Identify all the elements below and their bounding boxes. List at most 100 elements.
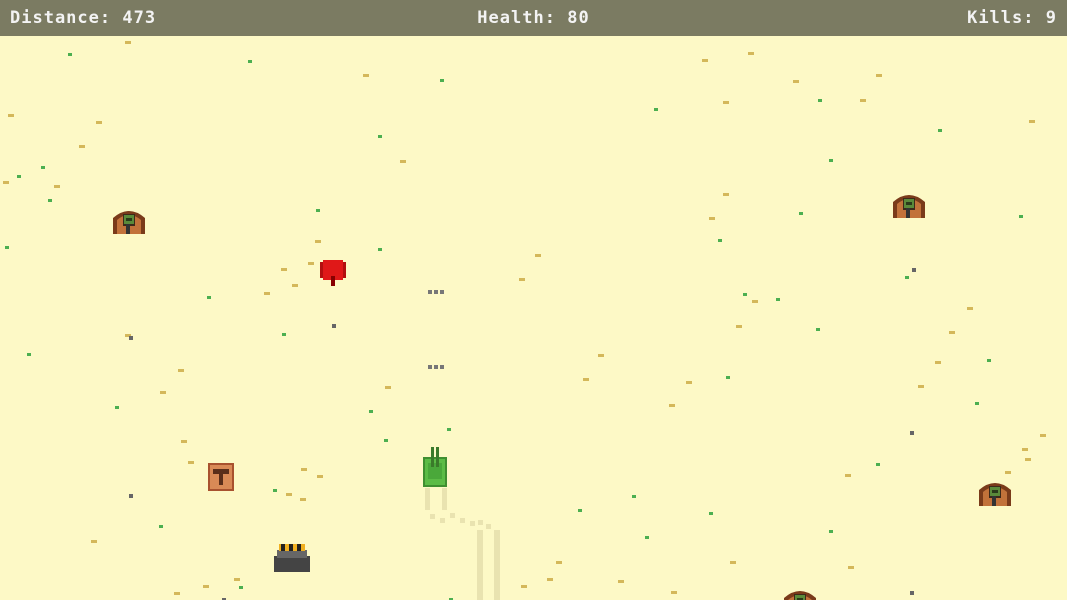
grass-tuft (248, 60, 252, 63)
grass-tuft (987, 359, 991, 362)
grass-tuft (654, 108, 658, 111)
sand-speck (181, 440, 187, 443)
grass-tuft (378, 248, 382, 251)
sand-speck (748, 52, 754, 55)
sand-speck (3, 181, 9, 184)
grass-tuft (938, 129, 942, 132)
sand-speck (300, 498, 306, 501)
sand-speck (793, 80, 799, 83)
sand-speck (8, 114, 14, 117)
sand-speck (736, 325, 742, 328)
sand-speck (598, 354, 604, 357)
rock-speck (910, 431, 914, 435)
grass-tuft (207, 296, 211, 299)
sand-speck (583, 378, 589, 381)
grass-tuft (632, 495, 636, 498)
grass-tuft (68, 53, 72, 56)
sand-speck (79, 145, 85, 148)
grass-tuft (239, 586, 243, 589)
sand-speck (709, 217, 715, 220)
sand-speck (845, 474, 851, 477)
sand-speck (1022, 448, 1028, 451)
sand-speck (317, 475, 323, 478)
tank-tracks (425, 488, 500, 600)
grass-tuft (273, 489, 277, 492)
sand-speck (918, 385, 924, 388)
grass-tuft (829, 159, 833, 162)
grass-tuft (1019, 215, 1023, 218)
rock-speck (129, 336, 133, 340)
grass-tuft (818, 99, 822, 102)
health-readout: Health: 80 (0, 8, 1067, 28)
bunker-soldier (113, 211, 145, 234)
sand-speck (188, 461, 194, 464)
grass-tuft (578, 509, 582, 512)
bunker-soldier (979, 483, 1011, 506)
sand-speck (702, 59, 708, 62)
grass-tuft (829, 530, 833, 533)
grass-tuft (645, 536, 649, 539)
sand-speck (264, 292, 270, 295)
sand-speck (363, 74, 369, 77)
sand-speck (54, 185, 60, 188)
kills-value: 9 (1045, 8, 1057, 28)
sand-speck (723, 101, 729, 104)
sand-speck (949, 331, 955, 334)
sand-speck (519, 278, 525, 281)
sand-speck (521, 585, 527, 588)
sand-speck (848, 566, 854, 569)
grass-tuft (440, 79, 444, 82)
sand-speck (730, 561, 736, 564)
bunker-soldier (893, 195, 925, 218)
sand-speck (752, 300, 758, 303)
sand-speck (876, 74, 882, 77)
grass-tuft (115, 406, 119, 409)
rock-speck (129, 494, 133, 498)
sand-speck (301, 468, 307, 471)
grass-tuft (5, 246, 9, 249)
sand-speck (669, 404, 675, 407)
sand-speck (125, 41, 131, 44)
grass-tuft (48, 199, 52, 202)
bunker-soldier (784, 591, 816, 600)
hud-bar: Distance: 473 Health: 80 Kills: 9 (0, 0, 1067, 36)
grass-tuft (316, 209, 320, 212)
grass-tuft (876, 463, 880, 466)
sand-speck (160, 391, 166, 394)
grass-tuft (17, 175, 21, 178)
sand-speck (618, 580, 624, 583)
sand-speck (1029, 120, 1035, 123)
sand-speck (1025, 458, 1031, 461)
grass-tuft (447, 428, 451, 431)
sand-speck (96, 121, 102, 124)
sand-speck (281, 268, 287, 271)
sand-speck (385, 386, 391, 389)
sand-speck (1040, 434, 1046, 437)
grass-tuft (282, 333, 286, 336)
sand-speck (935, 361, 941, 364)
sand-speck (174, 592, 180, 595)
game-field[interactable] (0, 0, 1067, 600)
grass-tuft (384, 439, 388, 442)
sand-speck (967, 307, 973, 310)
grass-tuft (378, 135, 382, 138)
sand-speck (860, 99, 866, 102)
grass-tuft (718, 239, 722, 242)
ground-decoration (3, 41, 1046, 600)
grass-tuft (369, 410, 373, 413)
sand-speck (686, 381, 692, 384)
rock-speck (910, 591, 914, 595)
enemy-tank-red (320, 260, 346, 286)
health-label: Health: (477, 8, 556, 28)
grass-tuft (776, 298, 780, 301)
sand-speck (292, 284, 298, 287)
sand-speck (1005, 471, 1011, 474)
sand-speck (178, 369, 184, 372)
health-value: 80 (567, 8, 590, 28)
sand-speck (547, 578, 553, 581)
grass-tuft (799, 212, 803, 215)
shell-projectile (428, 290, 444, 294)
grass-tuft (975, 402, 979, 405)
grass-tuft (709, 512, 713, 515)
sand-speck (203, 585, 209, 588)
